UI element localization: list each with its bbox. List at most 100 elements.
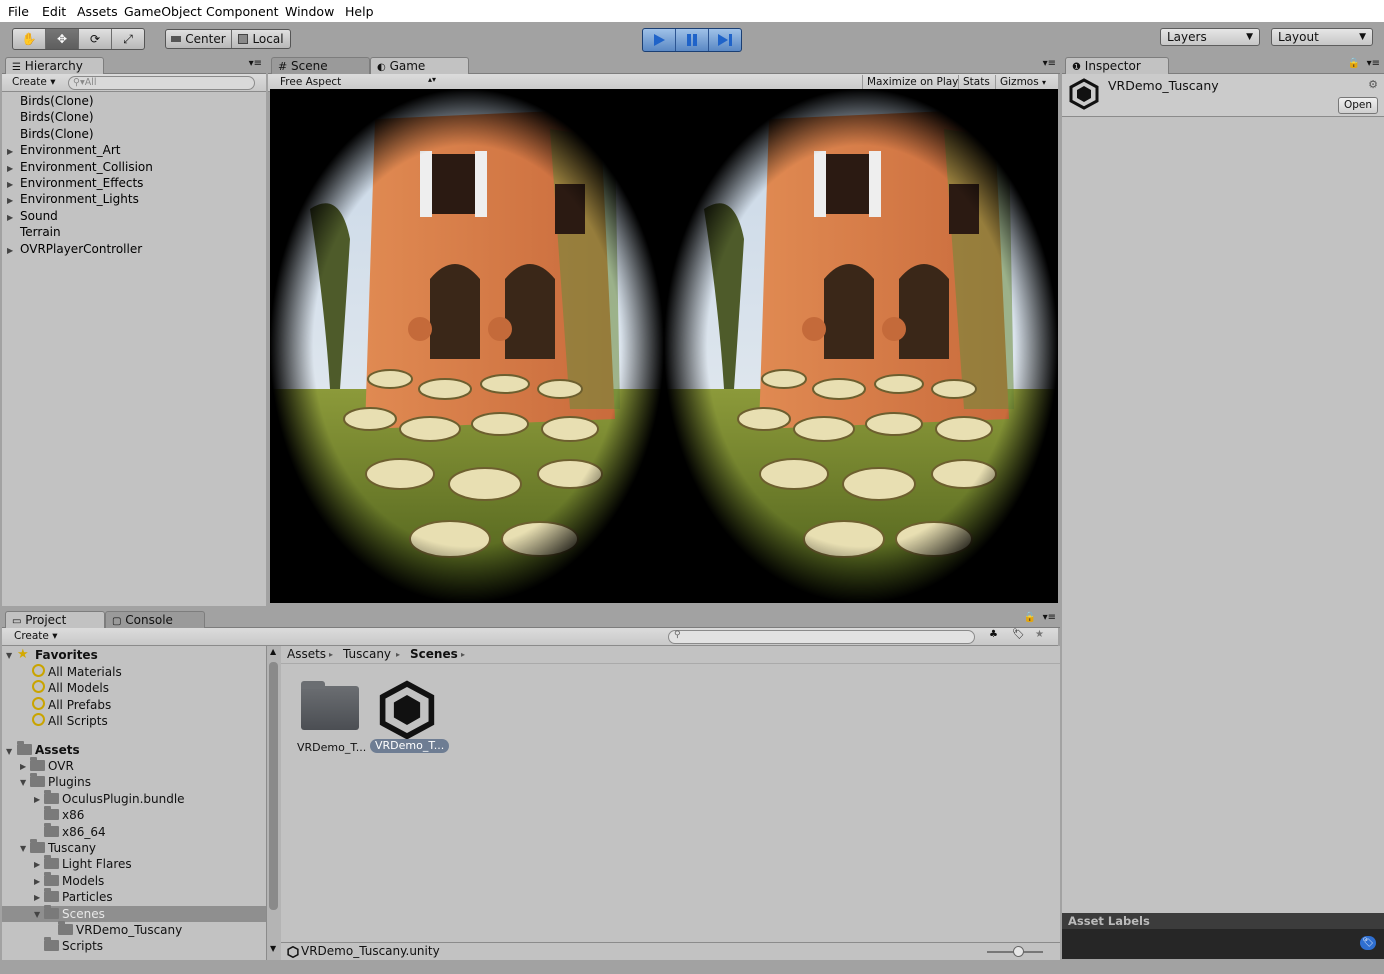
tab-console[interactable]: ▢ Console — [105, 611, 205, 629]
tree-scrollbar[interactable]: ▲ ▼ — [266, 646, 281, 960]
hierarchy-item[interactable]: Birds(Clone) — [20, 110, 94, 124]
tree-folder-item[interactable]: VRDemo_Tuscany — [58, 921, 182, 937]
tree-folder-item[interactable]: OculusPlugin.bundle — [44, 789, 185, 806]
breadcrumb-scenes[interactable]: Scenes — [410, 646, 458, 663]
tab-hierarchy[interactable]: ☰ Hierarchy — [5, 57, 104, 75]
pivot-center-button[interactable]: Center — [166, 30, 232, 48]
layout-dropdown[interactable]: Layout ▼ — [1271, 28, 1373, 46]
tree-folder-item[interactable]: x86_64 — [44, 822, 106, 839]
tree-folder-item[interactable]: Scripts — [44, 937, 103, 953]
assets-root[interactable]: Assets — [17, 741, 80, 757]
project-create-button[interactable]: Create ▾ — [14, 629, 58, 644]
hierarchy-item[interactable]: Birds(Clone) — [20, 94, 94, 108]
project-search-input[interactable]: ⚲ — [668, 630, 975, 644]
filter-label-icon[interactable]: 🏷 — [1012, 629, 1025, 640]
lock-icon[interactable]: 🔒 — [1024, 612, 1036, 623]
expand-arrow-icon[interactable]: ▶ — [34, 893, 40, 902]
favorite-item[interactable]: All Scripts — [32, 713, 108, 728]
menu-gameobject[interactable]: GameObject — [124, 4, 202, 19]
expand-arrow-icon[interactable]: ▶ — [34, 860, 40, 869]
expand-arrow-icon[interactable]: ▶ — [20, 762, 26, 771]
tab-inspector[interactable]: ❶ Inspector — [1065, 57, 1169, 75]
expand-arrow-icon[interactable]: ▼ — [34, 910, 40, 919]
tab-project[interactable]: ▭ Project — [5, 611, 105, 629]
expand-arrow-icon[interactable]: ▼ — [20, 778, 26, 787]
expand-arrow-icon[interactable]: ▼ — [6, 651, 12, 660]
favorites-header[interactable]: Favorites — [35, 648, 98, 662]
hierarchy-item[interactable]: OVRPlayerController — [20, 242, 142, 256]
hierarchy-item[interactable]: Environment_Collision — [20, 160, 153, 174]
expand-arrow-icon[interactable]: ▶ — [34, 877, 40, 886]
tree-folder-item[interactable]: Particles — [44, 888, 113, 904]
play-button[interactable] — [643, 29, 676, 51]
aspect-dropdown[interactable]: Free Aspect — [280, 75, 341, 90]
panel-menu-icon[interactable]: ▾≡ — [249, 58, 262, 69]
hierarchy-item[interactable]: Environment_Lights — [20, 192, 139, 206]
tree-folder-item[interactable]: Models — [44, 871, 104, 888]
expand-arrow-icon[interactable]: ▶ — [7, 196, 13, 205]
expand-arrow-icon[interactable]: ▶ — [7, 180, 13, 189]
panel-menu-icon[interactable]: ▾≡ — [1367, 58, 1380, 69]
menu-edit[interactable]: Edit — [42, 4, 66, 19]
hierarchy-item[interactable]: Birds(Clone) — [20, 127, 94, 141]
expand-arrow-icon[interactable]: ▶ — [7, 246, 13, 255]
expand-arrow-icon[interactable]: ▶ — [7, 164, 13, 173]
hierarchy-item[interactable]: Environment_Art — [20, 143, 120, 157]
favorite-item[interactable]: All Models — [32, 680, 109, 695]
menu-file[interactable]: File — [8, 4, 29, 19]
asset-item-scene[interactable]: VRDemo_T... — [369, 676, 450, 756]
lock-icon[interactable]: 🔒 — [1348, 58, 1360, 69]
tree-folder-item[interactable]: Scenes — [44, 904, 105, 921]
scroll-thumb[interactable] — [269, 662, 278, 910]
hierarchy-search-input[interactable]: ⚲▾All — [68, 76, 255, 90]
tree-folder-item[interactable]: OVR — [30, 757, 74, 773]
expand-arrow-icon[interactable]: ▶ — [34, 795, 40, 804]
move-tool-button[interactable]: ✥ — [46, 29, 79, 49]
grid-icon: # — [278, 60, 288, 73]
filter-type-icon[interactable]: ♣ — [989, 629, 998, 640]
hierarchy-item[interactable]: Terrain — [20, 225, 61, 239]
hand-tool-button[interactable]: ✋ — [13, 29, 46, 49]
panel-menu-icon[interactable]: ▾≡ — [1043, 58, 1056, 69]
tab-scene[interactable]: # Scene — [271, 57, 370, 75]
panel-menu-icon[interactable]: ▾≡ — [1043, 612, 1056, 623]
scroll-up-icon[interactable]: ▲ — [270, 647, 276, 656]
scale-tool-button[interactable]: ⤢ — [112, 29, 144, 49]
rotate-tool-button[interactable]: ⟳ — [79, 29, 112, 49]
expand-arrow-icon[interactable]: ▶ — [7, 213, 13, 222]
star-icon[interactable]: ★ — [1035, 629, 1044, 640]
menu-window[interactable]: Window — [285, 4, 334, 19]
icon-size-slider-thumb[interactable] — [1013, 946, 1024, 957]
tree-folder-item[interactable]: Plugins — [30, 773, 91, 789]
layers-dropdown[interactable]: Layers ▼ — [1160, 28, 1260, 46]
expand-arrow-icon[interactable]: ▼ — [20, 844, 26, 853]
hierarchy-item[interactable]: Environment_Effects — [20, 176, 143, 190]
pause-button[interactable] — [676, 29, 709, 51]
maximize-on-play-toggle[interactable]: Maximize on Play — [862, 75, 958, 90]
open-button[interactable]: Open — [1338, 97, 1378, 114]
menu-component[interactable]: Component — [206, 4, 279, 19]
game-view-render[interactable] — [270, 89, 1058, 603]
tree-folder-item[interactable]: x86 — [44, 806, 84, 822]
favorite-item[interactable]: All Prefabs — [32, 696, 111, 712]
pivot-local-button[interactable]: Local — [232, 30, 290, 48]
hierarchy-item[interactable]: Sound — [20, 209, 58, 223]
step-button[interactable] — [709, 29, 741, 51]
tree-folder-item[interactable]: Light Flares — [44, 855, 132, 871]
scroll-down-icon[interactable]: ▼ — [270, 944, 276, 953]
asset-item-folder[interactable]: VRDemo_T... — [295, 676, 367, 756]
breadcrumb-tuscany[interactable]: Tuscany — [343, 646, 391, 663]
menu-assets[interactable]: Assets — [77, 4, 118, 19]
expand-arrow-icon[interactable]: ▼ — [6, 747, 12, 756]
menu-help[interactable]: Help — [345, 4, 374, 19]
breadcrumb-assets[interactable]: Assets — [287, 646, 326, 663]
expand-arrow-icon[interactable]: ▶ — [7, 147, 13, 156]
hierarchy-create-button[interactable]: Create ▾ — [12, 75, 56, 90]
gizmos-dropdown[interactable]: Gizmos ▾ — [995, 75, 1046, 90]
tree-folder-item[interactable]: Tuscany — [30, 839, 96, 855]
stats-toggle[interactable]: Stats — [958, 75, 990, 90]
tag-icon[interactable]: 🏷 — [1360, 936, 1376, 950]
favorite-item[interactable]: All Materials — [32, 664, 122, 679]
gear-icon[interactable]: ⚙ — [1368, 78, 1378, 91]
tab-game[interactable]: ◐ Game — [370, 57, 469, 75]
